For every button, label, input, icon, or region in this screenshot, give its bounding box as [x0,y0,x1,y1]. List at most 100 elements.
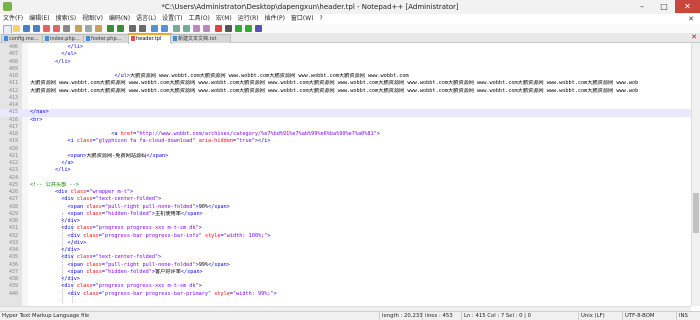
menu-settings[interactable]: 设置(T) [159,14,185,24]
tab-new-text-doc[interactable]: 新建文本文档.txt [170,34,231,43]
code-line[interactable]: 421 <span>大鹏资源网-免费网站源码</span> [0,153,700,160]
code-line[interactable]: 440 <div class="progress-bar progress-ba… [0,291,700,298]
show-all-chars-icon[interactable] [193,25,200,32]
open-file-icon[interactable] [13,25,20,32]
code-line[interactable]: 423 </li> [0,167,700,174]
scrollbar-thumb[interactable] [693,193,699,233]
code-line[interactable]: 433 </div> [0,240,700,247]
code-line[interactable]: 426 <div class="wrapper m-t"> [0,189,700,196]
code-token: </span> [180,210,203,217]
code-line[interactable]: 432 <div class="progress-bar progress-ba… [0,233,700,240]
save-macro-icon[interactable] [255,25,262,32]
code-line[interactable]: 407 </ul> [0,51,700,58]
code-line[interactable]: 434 </div> [0,247,700,254]
code-line[interactable]: 408 </li> [0,59,700,66]
code-token: </span> [146,152,169,159]
play-macro-icon[interactable] [235,25,242,32]
sync-scroll-icon[interactable] [173,25,180,32]
maximize-button[interactable]: □ [653,0,675,13]
close-tab-icon[interactable]: ✕ [691,33,697,41]
menu-plugins[interactable]: 插件(P) [262,14,288,24]
code-token: class [83,232,99,239]
code-line[interactable]: 419 <i class="glyphicon fa fa-cloud-down… [0,138,700,145]
code-line[interactable]: 425 <!-- 公共头部 --> [0,182,700,189]
find-icon[interactable] [129,25,136,32]
menu-search[interactable]: 搜索(S) [53,14,80,24]
code-line[interactable]: 406 </li> [0,44,700,51]
save-icon[interactable] [23,25,30,32]
code-line[interactable]: 411 大鹏资源网 www.wobbt.com大鹏资源网 www.wobbt.co… [0,80,700,87]
tab-index[interactable]: index.php... [42,34,85,43]
code-line[interactable]: 435 <div class="text-center-folded"> [0,254,700,261]
file-tab-icon [173,36,177,41]
code-token: 大鹏资源网-免费网站源码 [86,152,147,159]
code-line[interactable]: 417 [0,124,700,131]
copy-icon[interactable] [85,25,92,32]
save-all-icon[interactable] [33,25,40,32]
undo-icon[interactable] [107,25,114,32]
menu-encoding[interactable]: 编码(N) [106,14,133,24]
code-editor[interactable]: 406 </li> 407 </ul> 408 </li> 409 410 </ul>大… [0,43,700,306]
code-token: <div [61,225,77,232]
close-all-icon[interactable] [53,25,60,32]
print-icon[interactable] [63,25,70,32]
vertical-scrollbar[interactable] [691,43,700,306]
menu-tools[interactable]: 工具(O) [185,14,212,24]
code-line[interactable]: 439 <div class="progress progress-xxs m-… [0,283,700,290]
code-line[interactable]: 424 [0,175,700,182]
code-text: <span class="hidden-folded">主机使用率</span> [30,211,685,218]
menu-language[interactable]: 语言(L) [133,14,159,24]
code-line[interactable]: 430 </div> [0,218,700,225]
replace-icon[interactable] [139,25,146,32]
code-line[interactable]: 412 大鹏资源网 www.wobbt.com大鹏资源网 www.wobbt.co… [0,88,700,95]
code-line[interactable]: 420 [0,146,700,153]
code-line[interactable]: 431 <div class="progress progress-xxs m-… [0,225,700,232]
menu-help[interactable]: ? [317,14,326,24]
redo-icon[interactable] [117,25,124,32]
line-number: 430 [8,218,18,224]
menu-file[interactable]: 文件(F) [0,14,26,24]
paste-icon[interactable] [95,25,102,32]
menu-window[interactable]: 窗口(W) [288,14,317,24]
code-line[interactable]: 429 <span class="hidden-folded">主机使用率</s… [0,211,700,218]
tab-config[interactable]: config.mo... [1,34,44,43]
code-line[interactable]: 416 <br> [0,117,700,124]
menu-view[interactable]: 视图(V) [79,14,106,24]
code-line[interactable]: 437 <span class="hidden-folded">客户好评率</s… [0,269,700,276]
code-line[interactable]: 436 <span class="pull-right pull-none-fo… [0,262,700,269]
code-line[interactable]: 410 </ul>大鹏资源网 www.wobbt.com大鹏资源网 www.wo… [0,73,700,80]
menu-run[interactable]: 运行(R) [235,14,262,24]
word-wrap-icon[interactable] [183,25,190,32]
run-macro-multiple-icon[interactable] [245,25,252,32]
code-line[interactable]: 414 [0,102,700,109]
close-document-icon[interactable]: ✕ [685,14,697,24]
line-number: 423 [8,167,18,174]
code-line[interactable]: 438 </div> [0,276,700,283]
cut-icon[interactable] [75,25,82,32]
minimize-button[interactable]: – [631,0,653,13]
close-file-icon[interactable] [43,25,50,32]
code-line[interactable]: 415 </nav> [0,109,700,117]
stop-macro-icon[interactable] [225,25,232,32]
code-line[interactable]: 409 [0,66,700,73]
code-token: 99% [198,261,209,268]
tab-footer[interactable]: footer.php... [83,34,130,43]
code-token: "wrapper m-t" [89,189,130,195]
indent-guide-icon[interactable] [203,25,210,32]
code-token: href [120,131,134,137]
code-line[interactable]: 422 </a> [0,160,700,167]
close-button[interactable]: ✕ [675,0,700,13]
code-line[interactable]: 418 <a href="http://www.wobbt.com/archiv… [0,131,700,138]
line-number: 438 [8,276,18,282]
code-line[interactable]: 428 <span class="pull-right pull-none-fo… [0,204,700,211]
code-token: <span [67,261,87,268]
menu-macro[interactable]: 宏(M) [213,14,235,24]
code-line[interactable]: 413 [0,95,700,102]
code-line[interactable]: 427 <div class="text-center-folded"> [0,196,700,203]
record-macro-icon[interactable] [215,25,222,32]
zoom-in-icon[interactable] [151,25,158,32]
zoom-out-icon[interactable] [161,25,168,32]
menu-edit[interactable]: 编辑(E) [26,14,52,24]
